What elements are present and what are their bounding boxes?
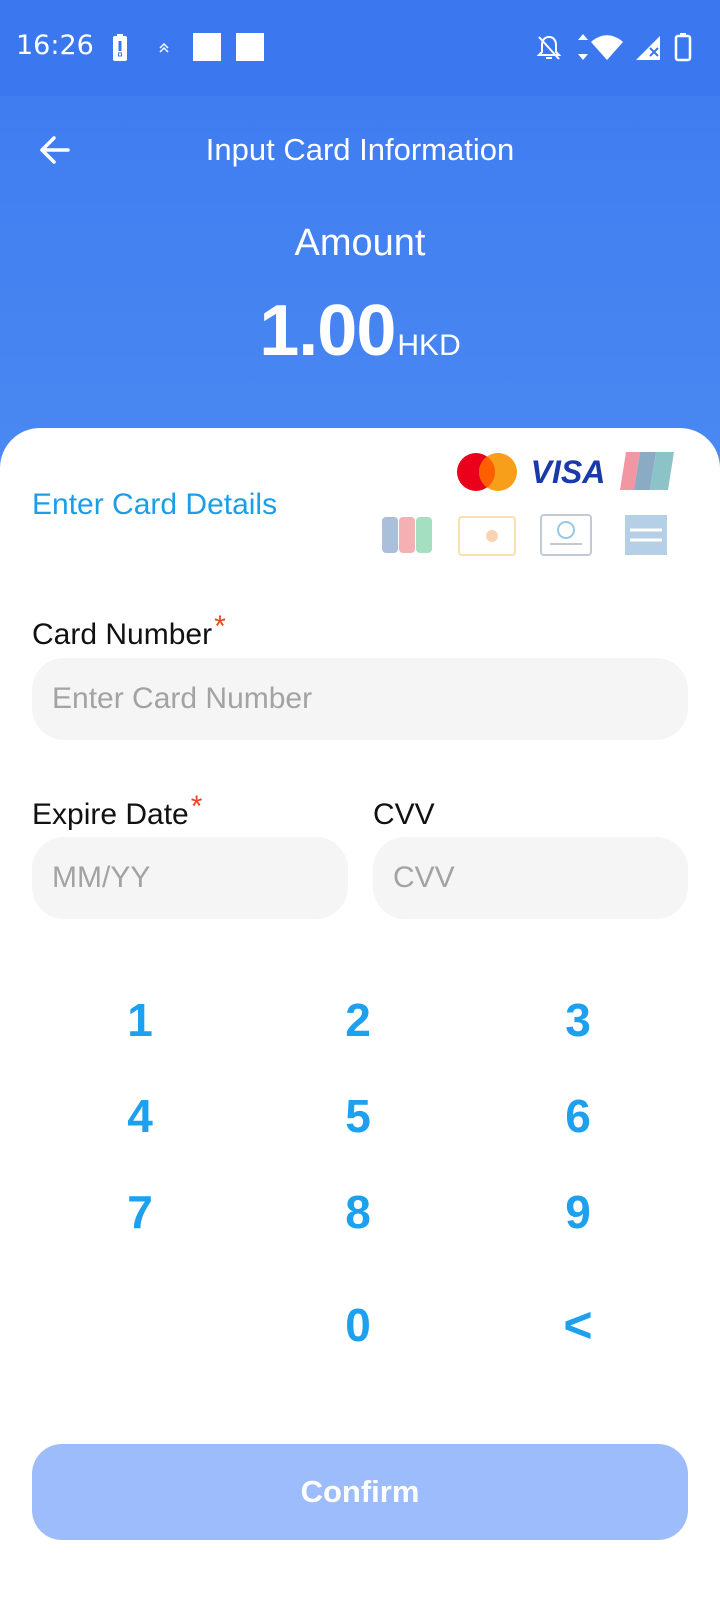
keypad-key-9[interactable]: 9 [518,1177,638,1247]
diners-club-logo-icon [540,514,592,556]
keypad-key-1[interactable]: 1 [80,985,200,1055]
notifications-off-icon [536,35,562,60]
wifi-icon [591,35,623,60]
battery-alert-icon [113,34,127,61]
confirm-button[interactable]: Confirm [32,1444,688,1540]
status-bar: 16:26 [0,0,720,96]
svg-text:VISA: VISA [531,454,606,490]
required-asterisk: * [190,790,203,823]
keypad-key-3[interactable]: 3 [518,985,638,1055]
amount-value: 1.00 [259,291,396,371]
page-title: Input Card Information [205,132,515,167]
data-transfer-icon [578,34,588,60]
card-number-input[interactable]: Enter Card Number [32,658,688,740]
jcb-logo-icon [382,517,432,553]
keypad-key-4[interactable]: 4 [80,1081,200,1151]
keypad-key-6[interactable]: 6 [518,1081,638,1151]
unionpay-logo-icon [620,452,674,490]
notification-icon [193,33,221,61]
keypad-key-8[interactable]: 8 [298,1177,418,1247]
keypad-key-7[interactable]: 7 [80,1177,200,1247]
card-number-placeholder: Enter Card Number [52,682,313,715]
amount-display: 1.00HKD [0,290,720,372]
keypad-backspace-key[interactable]: < [518,1290,638,1360]
battery-icon [674,33,692,62]
keypad-key-5[interactable]: 5 [298,1081,418,1151]
visa-logo-icon: VISA [531,454,606,490]
keypad-key-2[interactable]: 2 [298,985,418,1055]
expire-date-placeholder: MM/YY [52,861,151,894]
keypad-key-0[interactable]: 0 [298,1290,418,1360]
card-details-heading: Enter Card Details [32,488,278,521]
cvv-label: CVV [373,798,435,831]
card-number-label-text: Card Number [32,618,213,651]
cvv-input[interactable]: CVV [373,837,688,919]
american-express-logo-icon [625,515,667,555]
expire-date-input[interactable]: MM/YY [32,837,348,919]
amount-label: Amount [294,222,426,264]
notification-icon [236,33,264,61]
card-number-label: Card Number* [32,610,226,652]
signal-icon [636,36,660,60]
discover-logo-icon [458,516,516,556]
mastercard-logo-icon [457,453,517,491]
amount-currency: HKD [397,329,461,362]
expire-date-label: Expire Date* [32,790,202,832]
required-asterisk: * [214,610,226,643]
chevron-up-icon [159,42,169,53]
expire-date-label-text: Expire Date [32,798,189,831]
status-time: 16:26 [16,30,94,61]
cvv-placeholder: CVV [393,861,455,894]
